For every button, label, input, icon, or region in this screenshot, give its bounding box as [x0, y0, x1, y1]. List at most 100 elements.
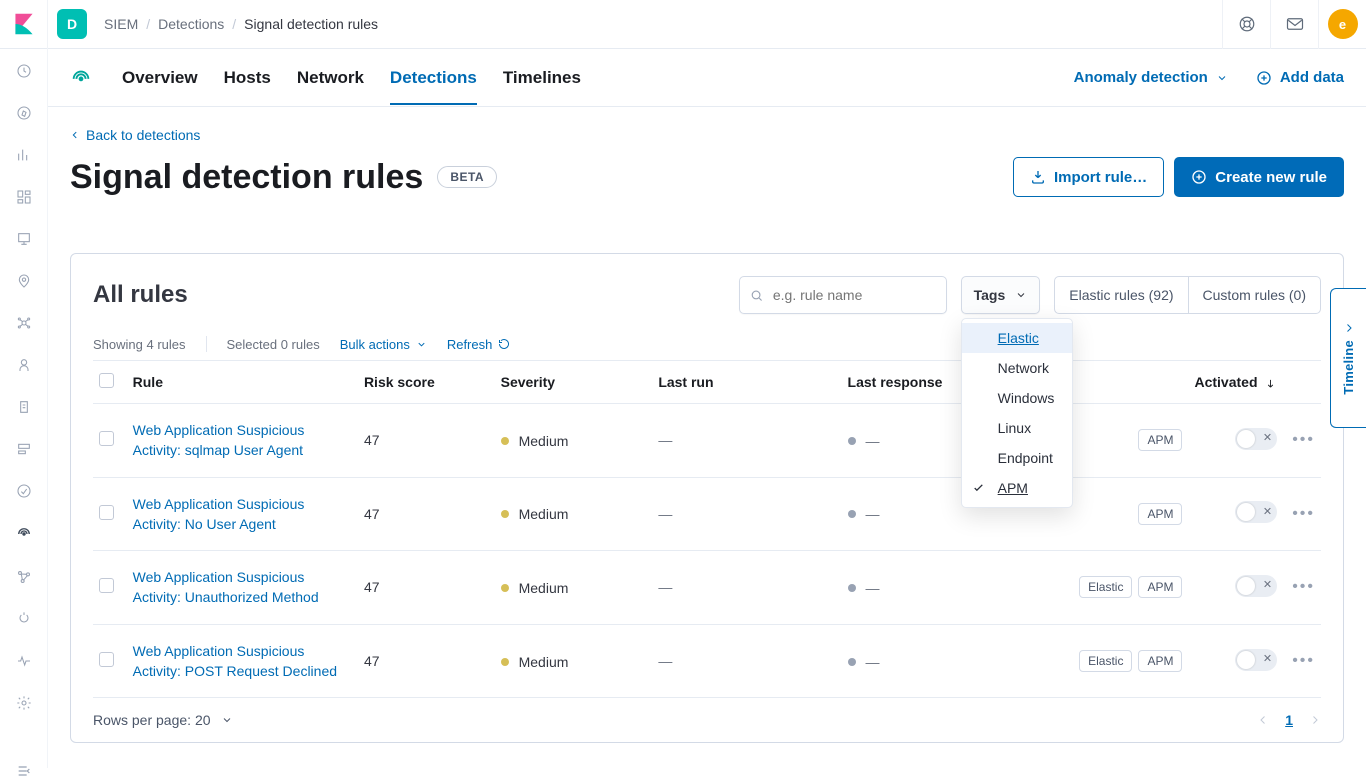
- nav-canvas-icon[interactable]: [15, 231, 33, 247]
- nav-monitoring-icon[interactable]: [15, 653, 33, 669]
- nav-siem-icon[interactable]: [15, 525, 33, 543]
- tags-popover-item[interactable]: Endpoint: [962, 443, 1072, 473]
- tags-popover-item[interactable]: Elastic: [962, 323, 1072, 353]
- create-rule-button[interactable]: Create new rule: [1174, 157, 1344, 197]
- col-lastrun-header[interactable]: Last run: [652, 361, 841, 404]
- nav-recent-icon[interactable]: [15, 63, 33, 79]
- space-selector[interactable]: D: [48, 9, 96, 39]
- select-all-checkbox[interactable]: [99, 373, 114, 388]
- activated-toggle[interactable]: ✕: [1235, 575, 1277, 597]
- pager-prev[interactable]: [1257, 714, 1269, 726]
- tag-chips: ElasticAPM: [1005, 576, 1182, 598]
- timeline-flyout-tab[interactable]: Timeline: [1330, 288, 1366, 428]
- risk-score: 47: [358, 551, 495, 625]
- anomaly-detection-dropdown[interactable]: Anomaly detection: [1074, 69, 1228, 86]
- bulk-actions-dropdown[interactable]: Bulk actions: [340, 337, 427, 352]
- row-checkbox[interactable]: [99, 505, 114, 520]
- add-data-link[interactable]: Add data: [1256, 69, 1344, 86]
- panel-meta: Showing 4 rules Selected 0 rules Bulk ac…: [93, 336, 1321, 352]
- meta-divider: [206, 336, 207, 352]
- panel-title: All rules: [93, 281, 188, 309]
- row-actions-button[interactable]: •••: [1292, 578, 1315, 596]
- nav-dashboard-icon[interactable]: [15, 189, 33, 205]
- rows-per-page-dropdown[interactable]: Rows per page: 20: [93, 712, 233, 728]
- breadcrumb-item-current: Signal detection rules: [244, 16, 378, 32]
- nav-logs-icon[interactable]: [15, 399, 33, 415]
- row-actions-button[interactable]: •••: [1292, 505, 1315, 523]
- pager-page-1[interactable]: 1: [1285, 712, 1293, 728]
- nav-ml-icon[interactable]: [15, 315, 33, 331]
- rules-table: Rule Risk score Severity Last run Last r…: [93, 360, 1321, 698]
- import-rule-button[interactable]: Import rule…: [1013, 157, 1164, 197]
- rows-per-page-label: Rows per page: 20: [93, 712, 211, 728]
- tags-filter-button[interactable]: Tags: [961, 276, 1041, 314]
- segment-elastic-rules[interactable]: Elastic rules (92): [1055, 277, 1187, 313]
- page: Overview Hosts Network Detections Timeli…: [48, 49, 1366, 768]
- page-title: Signal detection rules: [70, 158, 423, 197]
- pager-next[interactable]: [1309, 714, 1321, 726]
- rule-link[interactable]: Web Application Suspicious Activity: sql…: [133, 422, 305, 458]
- tags-popover-item[interactable]: Linux: [962, 413, 1072, 443]
- add-data-label: Add data: [1280, 69, 1344, 86]
- plus-circle-icon: [1191, 169, 1207, 185]
- tab-overview[interactable]: Overview: [122, 68, 198, 88]
- segment-custom-rules[interactable]: Custom rules (0): [1188, 277, 1320, 313]
- nav-apm-icon[interactable]: [15, 441, 33, 457]
- breadcrumb-item[interactable]: SIEM: [104, 16, 138, 32]
- app-subnav: Overview Hosts Network Detections Timeli…: [48, 49, 1366, 107]
- tab-detections[interactable]: Detections: [390, 68, 477, 88]
- nav-uptime-icon[interactable]: [15, 483, 33, 499]
- activated-toggle[interactable]: ✕: [1235, 428, 1277, 450]
- kibana-logo[interactable]: [0, 0, 48, 49]
- tags-popover-item[interactable]: Windows: [962, 383, 1072, 413]
- rule-link[interactable]: Web Application Suspicious Activity: No …: [133, 496, 305, 532]
- newsfeed-button[interactable]: [1222, 0, 1270, 49]
- user-menu[interactable]: e: [1318, 0, 1366, 49]
- nav-metrics-icon[interactable]: [15, 357, 33, 373]
- rule-search-input[interactable]: [771, 286, 936, 304]
- nav-maps-icon[interactable]: [15, 273, 33, 289]
- rule-link[interactable]: Web Application Suspicious Activity: POS…: [133, 643, 337, 679]
- anomaly-detection-label: Anomaly detection: [1074, 69, 1208, 86]
- last-run-value: —: [658, 653, 672, 669]
- nav-dev-icon[interactable]: [15, 611, 33, 627]
- col-rule-header[interactable]: Rule: [127, 361, 358, 404]
- user-avatar: e: [1328, 9, 1358, 39]
- chevron-left-icon: [70, 130, 80, 140]
- col-activated-header[interactable]: Activated: [1188, 361, 1283, 404]
- last-response-value: —: [866, 506, 880, 522]
- tags-popover-item[interactable]: Network: [962, 353, 1072, 383]
- last-run-value: —: [658, 432, 672, 448]
- col-risk-header[interactable]: Risk score: [358, 361, 495, 404]
- nav-visualize-icon[interactable]: [15, 147, 33, 163]
- row-checkbox[interactable]: [99, 578, 114, 593]
- bulk-actions-label: Bulk actions: [340, 337, 410, 352]
- tab-network[interactable]: Network: [297, 68, 364, 88]
- tags-popover-item[interactable]: APM: [962, 473, 1072, 503]
- nav-management-icon[interactable]: [15, 695, 33, 711]
- title-row: Signal detection rules BETA Import rule……: [70, 157, 1344, 197]
- toggle-knob: [1237, 651, 1255, 669]
- row-actions-button[interactable]: •••: [1292, 652, 1315, 670]
- nav-graph-icon[interactable]: [15, 569, 33, 585]
- toggle-knob: [1237, 577, 1255, 595]
- row-checkbox[interactable]: [99, 431, 114, 446]
- row-checkbox[interactable]: [99, 652, 114, 667]
- tab-timelines[interactable]: Timelines: [503, 68, 581, 88]
- chevron-left-icon: [1257, 714, 1269, 726]
- mail-button[interactable]: [1270, 0, 1318, 49]
- chevron-right-icon: [1309, 714, 1321, 726]
- breadcrumb-item[interactable]: Detections: [158, 16, 224, 32]
- nav-collapse-icon[interactable]: [15, 763, 33, 779]
- risk-score: 47: [358, 477, 495, 551]
- tab-hosts[interactable]: Hosts: [224, 68, 271, 88]
- activated-toggle[interactable]: ✕: [1235, 649, 1277, 671]
- col-severity-header[interactable]: Severity: [495, 361, 653, 404]
- rule-search[interactable]: [739, 276, 947, 314]
- nav-discover-icon[interactable]: [15, 105, 33, 121]
- rule-link[interactable]: Web Application Suspicious Activity: Una…: [133, 569, 319, 605]
- back-link[interactable]: Back to detections: [70, 127, 200, 143]
- row-actions-button[interactable]: •••: [1292, 431, 1315, 449]
- refresh-button[interactable]: Refresh: [447, 337, 511, 352]
- activated-toggle[interactable]: ✕: [1235, 501, 1277, 523]
